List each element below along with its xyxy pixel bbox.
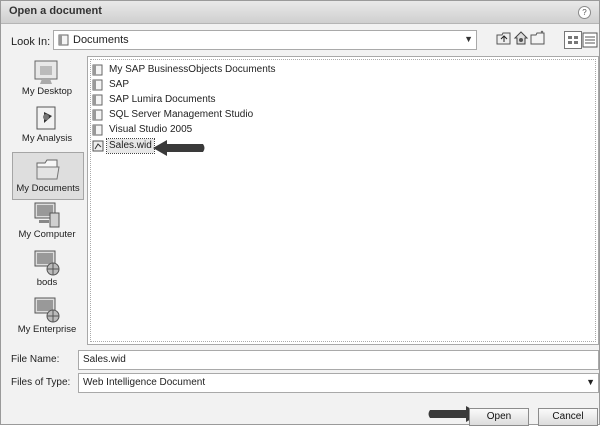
- title-bar: Open a document ?: [1, 1, 599, 24]
- file-name-text: SAP Lumira Documents: [109, 94, 216, 105]
- file-name-text: SQL Server Management Studio: [109, 109, 254, 120]
- place-label: My Computer: [18, 229, 76, 240]
- desktop-icon: [34, 60, 58, 84]
- computer-icon: [34, 202, 60, 228]
- look-in-value: Documents: [73, 34, 129, 46]
- file-list[interactable]: My SAP BusinessObjects Documents SAP SAP…: [87, 56, 599, 345]
- home-icon[interactable]: [513, 30, 529, 46]
- details-view-icon[interactable]: [582, 32, 598, 48]
- place-my-documents[interactable]: My Documents: [12, 152, 84, 200]
- file-name-label: File Name:: [11, 354, 60, 365]
- file-name-text: Visual Studio 2005: [109, 124, 193, 135]
- place-my-computer[interactable]: My Computer: [11, 199, 83, 245]
- network-computer-icon: [34, 250, 60, 276]
- new-folder-icon[interactable]: [530, 30, 546, 46]
- folder-icon: [92, 79, 103, 91]
- analysis-icon: [36, 106, 56, 130]
- cancel-button[interactable]: Cancel: [538, 408, 598, 426]
- place-my-analysis[interactable]: My Analysis: [11, 103, 83, 149]
- documents-folder-icon: [36, 159, 60, 180]
- file-name-text: Sales.wid: [106, 138, 155, 154]
- chevron-down-icon: ▼: [464, 34, 473, 44]
- file-type-value: Web Intelligence Document: [83, 377, 206, 388]
- open-document-dialog: Open a document ? Look In: Documents ▼ M…: [0, 0, 600, 426]
- dialog-title: Open a document: [9, 5, 102, 17]
- folder-icon: [92, 109, 103, 121]
- folder-icon: [92, 64, 103, 76]
- file-name-value: Sales.wid: [83, 354, 126, 365]
- annotation-arrow-icon: [153, 140, 205, 156]
- open-button[interactable]: Open: [469, 408, 529, 426]
- place-my-enterprise[interactable]: My Enterprise: [11, 294, 83, 340]
- look-in-dropdown[interactable]: Documents ▼: [53, 30, 477, 50]
- look-in-label: Look In:: [11, 36, 51, 48]
- file-name-field[interactable]: Sales.wid: [78, 350, 599, 370]
- file-name-text: SAP: [109, 79, 130, 90]
- place-label: bods: [36, 277, 58, 288]
- enterprise-icon: [34, 297, 60, 323]
- folder-icon: [92, 124, 103, 136]
- place-label: My Desktop: [21, 86, 73, 97]
- place-label: My Documents: [16, 183, 80, 194]
- list-view-icon[interactable]: [564, 31, 582, 49]
- webi-document-icon: [92, 140, 104, 152]
- chevron-down-icon: ▼: [586, 377, 595, 387]
- help-icon[interactable]: ?: [578, 6, 591, 19]
- folder-icon: [58, 34, 69, 46]
- place-my-desktop[interactable]: My Desktop: [11, 56, 83, 102]
- up-one-level-icon[interactable]: [496, 30, 512, 46]
- place-label: My Enterprise: [17, 324, 77, 335]
- folder-icon: [92, 94, 103, 106]
- place-bods[interactable]: bods: [11, 247, 83, 293]
- places-bar: My Desktop My Analysis My Documents My C…: [11, 56, 84, 344]
- file-type-label: Files of Type:: [11, 377, 71, 388]
- file-name-text: My SAP BusinessObjects Documents: [109, 64, 276, 75]
- place-label: My Analysis: [21, 133, 73, 144]
- file-type-dropdown[interactable]: Web Intelligence Document ▼: [78, 373, 599, 393]
